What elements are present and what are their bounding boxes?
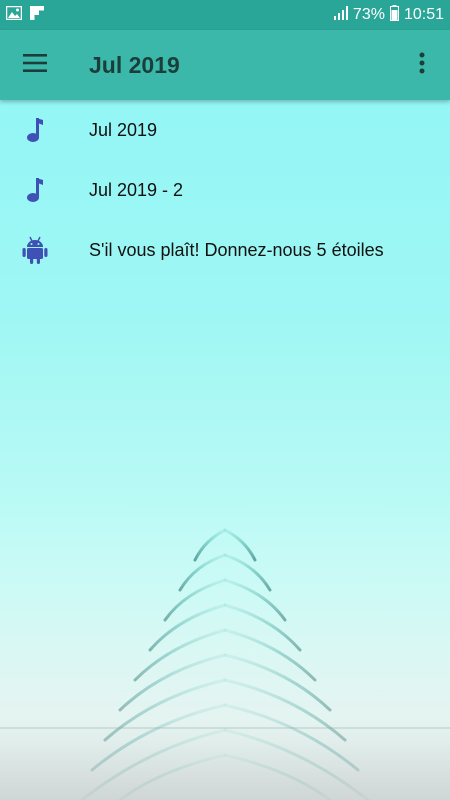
list-item-label: S'il vous plaît! Donnez-nous 5 étoiles [89,239,384,260]
flipboard-notification-icon [30,5,44,25]
android-icon [0,236,70,264]
list-item[interactable]: Jul 2019 - 2 [0,160,450,220]
page-title: Jul 2019 [89,51,180,78]
signal-icon [333,5,348,25]
list-item-label: Jul 2019 - 2 [89,179,184,200]
overflow-menu-button[interactable] [394,30,450,100]
clock: 10:51 [403,6,444,23]
music-note-icon [0,117,70,143]
music-note-icon [0,177,70,203]
month-list: Jul 2019 Jul 2019 - 2 S'il vous plaît! D… [0,100,450,280]
list-item[interactable]: S'il vous plaît! Donnez-nous 5 étoiles [0,220,450,280]
hamburger-menu-icon [23,53,47,77]
battery-percent: 73% [352,6,385,23]
image-notification-icon [5,5,23,25]
system-status: 73% 10:51 [333,4,444,26]
list-item-label: Jul 2019 [89,119,158,140]
list-item[interactable]: Jul 2019 [0,100,450,160]
navigation-menu-button[interactable] [0,30,70,100]
status-bar: 73% 10:51 [0,0,450,30]
app-bar: Jul 2019 [0,30,450,100]
battery-icon [389,4,399,26]
more-vert-icon [419,52,425,79]
palm-leaf-background [0,500,450,800]
notification-icons [5,5,44,25]
